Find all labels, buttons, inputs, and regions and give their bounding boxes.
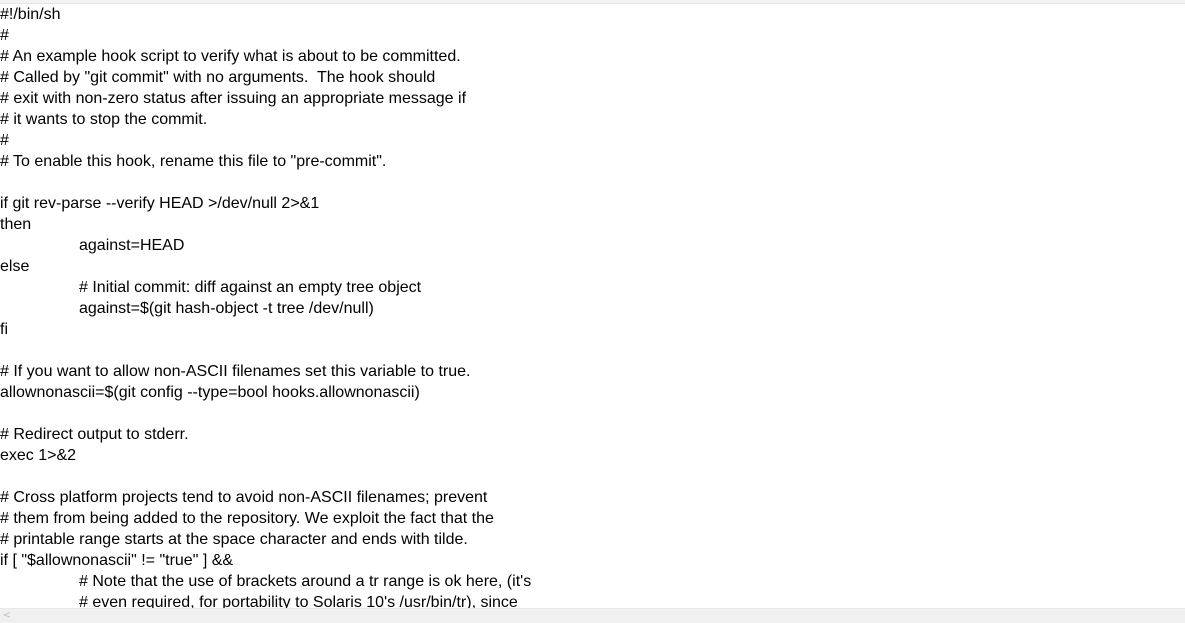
code-line: # (0, 132, 9, 149)
horizontal-scrollbar[interactable]: < (0, 608, 1185, 623)
code-line: allownonascii=$(git config --type=bool h… (0, 384, 420, 401)
code-line: # Note that the use of brackets around a… (79, 573, 532, 590)
code-line: # If you want to allow non-ASCII filenam… (0, 363, 471, 380)
code-line: # To enable this hook, rename this file … (0, 153, 387, 170)
code-line: if git rev-parse --verify HEAD >/dev/nul… (0, 195, 320, 212)
code-line: # Cross platform projects tend to avoid … (0, 489, 488, 506)
code-line: #!/bin/sh (0, 6, 61, 23)
code-line: # exit with non-zero status after issuin… (0, 90, 467, 107)
code-line: then (0, 216, 32, 233)
code-line: # them from being added to the repositor… (0, 510, 494, 527)
code-line: # it wants to stop the commit. (0, 111, 208, 128)
code-line: # Initial commit: diff against an empty … (79, 279, 422, 296)
code-line: # (0, 27, 9, 44)
text-editor-window: #!/bin/sh # # An example hook script to ve… (0, 0, 1185, 623)
code-line: # printable range starts at the space ch… (0, 531, 468, 548)
code-line: # Redirect output to stderr. (0, 426, 189, 443)
code-line: against=$(git hash-object -t tree /dev/n… (79, 300, 374, 317)
code-line: # Called by "git commit" with no argumen… (0, 69, 436, 86)
code-line: # even required, for portability to Sola… (79, 594, 518, 608)
code-line: else (0, 258, 30, 275)
text-area[interactable]: #!/bin/sh # # An example hook script to ve… (0, 4, 1185, 608)
code-line: exec 1>&2 (0, 447, 77, 464)
code-line: if [ "$allownonascii" != "true" ] && (0, 552, 234, 569)
scroll-left-arrow-icon[interactable]: < (0, 609, 14, 623)
code-line: fi (0, 321, 8, 338)
code-line: # An example hook script to verify what … (0, 48, 461, 65)
code-line: against=HEAD (79, 237, 185, 254)
